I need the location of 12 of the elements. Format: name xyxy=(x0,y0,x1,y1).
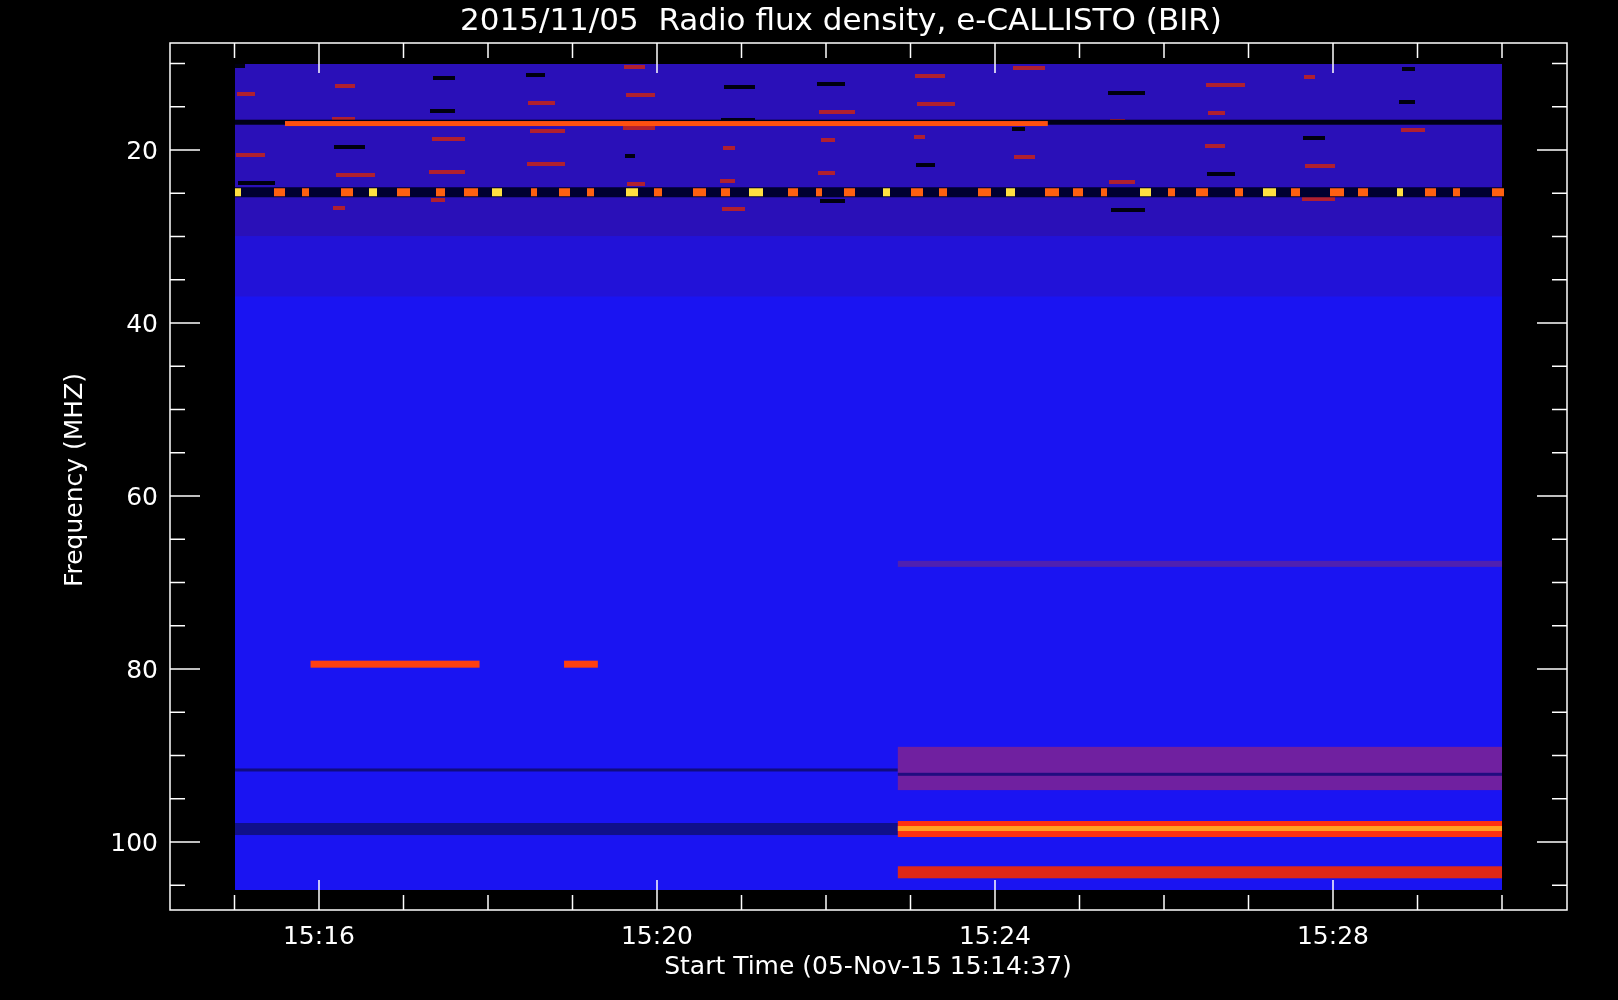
x-tick-label: 15:24 xyxy=(959,921,1031,950)
y-tick-label: 60 xyxy=(126,482,158,511)
y-tick-label: 20 xyxy=(126,136,158,165)
y-tick-label: 100 xyxy=(110,828,158,857)
x-axis-label: Start Time (05-Nov-15 15:14:37) xyxy=(664,951,1072,980)
y-tick-label: 40 xyxy=(126,309,158,338)
x-tick-label: 15:28 xyxy=(1297,921,1369,950)
y-axis-label: Frequency (MHZ) xyxy=(59,372,88,588)
x-tick-label: 15:16 xyxy=(283,921,355,950)
chart-title: 2015/11/05 Radio flux density, e-CALLISTO (BIR) xyxy=(460,1,1222,37)
x-tick-label: 15:20 xyxy=(621,921,693,950)
y-tick-label: 80 xyxy=(126,655,158,684)
